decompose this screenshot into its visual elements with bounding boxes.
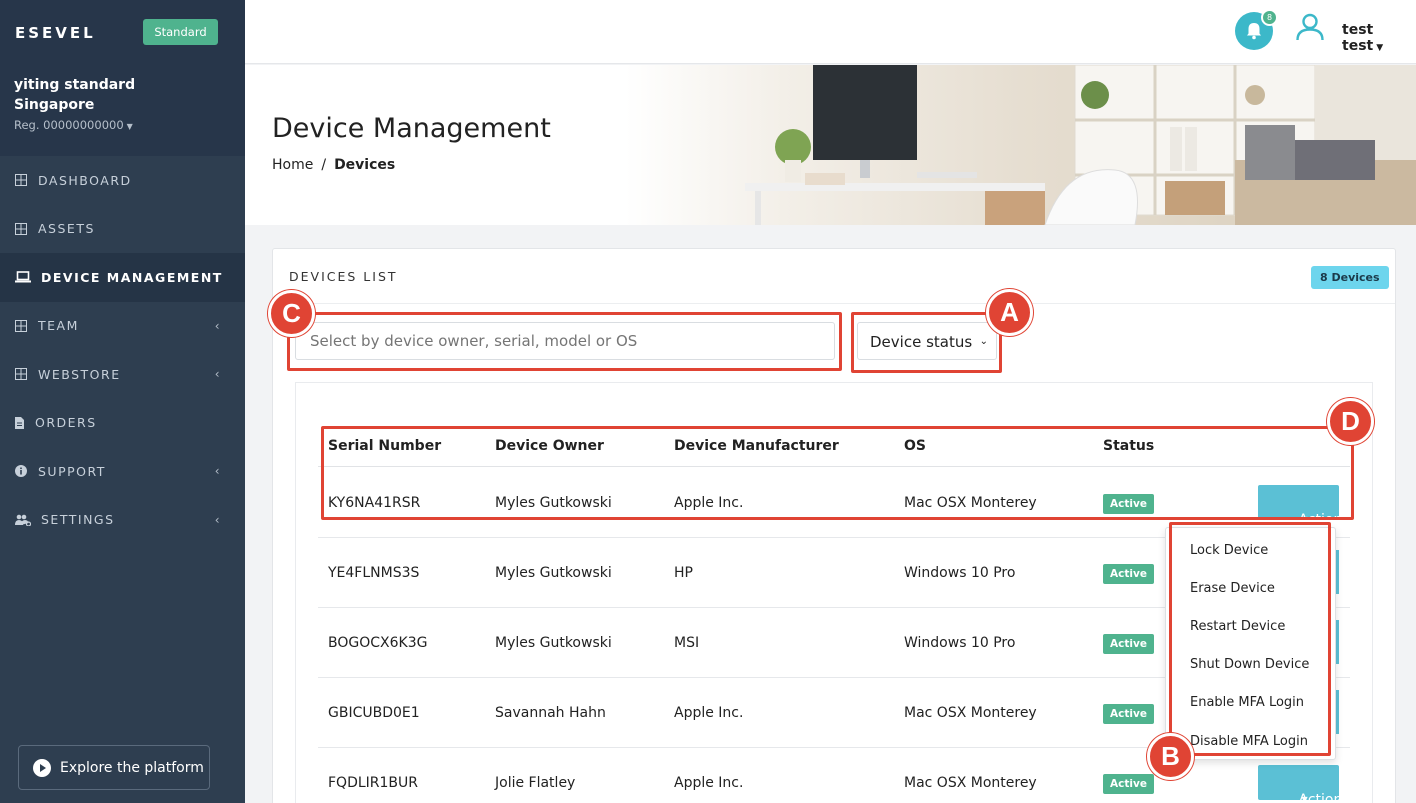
chevron-left-icon: ‹: [214, 464, 221, 478]
caret-down-icon: ▼: [126, 122, 133, 131]
user-menu[interactable]: test test ▼: [1342, 22, 1416, 54]
card-title: DEVICES LIST: [289, 269, 398, 284]
sidebar-item-label: TEAM: [38, 318, 79, 334]
plan-badge: Standard: [143, 19, 218, 45]
company-reg: Reg. 00000000000 ▼: [14, 118, 231, 132]
company-switcher[interactable]: yiting standard Singapore Reg. 000000000…: [0, 64, 245, 156]
user-avatar[interactable]: [1295, 12, 1325, 46]
grid-icon: [14, 222, 28, 236]
breadcrumb-home-link[interactable]: Home: [272, 157, 313, 173]
header-office-image: [625, 65, 1416, 225]
action-button[interactable]: Action ▼: [1258, 765, 1342, 803]
serial-cell: YE4FLNMS3S: [328, 565, 420, 581]
explore-label: Explore the platform: [60, 759, 204, 776]
sidebar-item-label: ORDERS: [35, 415, 97, 431]
breadcrumb: Home / Devices: [272, 157, 395, 173]
sidebar-item-label: DASHBOARD: [38, 172, 132, 188]
status-badge: Active: [1103, 634, 1154, 654]
sidebar-item-label: DEVICE MANAGEMENT: [41, 269, 223, 285]
status-badge: Active: [1103, 564, 1154, 584]
app-logo[interactable]: ESEVEL: [15, 24, 96, 42]
grid-icon: [14, 173, 28, 187]
play-icon: [33, 758, 51, 777]
breadcrumb-current: Devices: [334, 157, 396, 173]
owner-cell: Myles Gutkowski: [495, 635, 612, 651]
sidebar-item-label: SETTINGS: [41, 512, 115, 528]
annotation-marker-b: B: [1147, 733, 1194, 780]
manufacturer-cell: HP: [674, 565, 693, 581]
status-badge: Active: [1103, 704, 1154, 724]
sidebar-item-team[interactable]: TEAM ‹: [0, 302, 245, 351]
annotation-box-d: [321, 426, 1354, 520]
annotation-marker-a: A: [986, 289, 1033, 336]
chevron-left-icon: ‹: [214, 318, 221, 333]
os-cell: Windows 10 Pro: [904, 635, 1016, 651]
card-header: DEVICES LIST 8 Devices: [273, 249, 1395, 304]
chevron-left-icon: ‹: [214, 512, 221, 527]
serial-cell: GBICUBD0E1: [328, 705, 420, 721]
file-icon: [14, 416, 24, 430]
explore-platform-button[interactable]: Explore the platform: [18, 745, 210, 790]
notification-count-badge: 8: [1261, 9, 1278, 26]
company-reg-text: Reg. 00000000000: [14, 118, 124, 132]
top-bar: 8 test test ▼: [245, 0, 1416, 64]
page-header-banner: Device Management Home / Devices: [245, 65, 1416, 225]
sidebar-item-label: ASSETS: [38, 221, 95, 237]
annotation-box-a: [851, 312, 1002, 373]
sidebar-item-support[interactable]: SUPPORT ‹: [0, 447, 245, 496]
caret-down-icon: ▼: [1301, 795, 1308, 803]
manufacturer-cell: MSI: [674, 635, 700, 651]
sidebar-item-label: SUPPORT: [38, 463, 106, 479]
owner-cell: Jolie Flatley: [495, 775, 576, 791]
caret-down-icon: ▼: [1376, 43, 1384, 53]
page-title: Device Management: [272, 113, 551, 144]
annotation-box-b: [1169, 522, 1331, 756]
sidebar-item-device-management[interactable]: DEVICE MANAGEMENT: [0, 253, 245, 302]
os-cell: Windows 10 Pro: [904, 565, 1016, 581]
manufacturer-cell: Apple Inc.: [674, 775, 744, 791]
owner-cell: Myles Gutkowski: [495, 565, 612, 581]
annotation-marker-d: D: [1327, 398, 1374, 445]
annotation-marker-c: C: [268, 290, 315, 337]
annotation-box-c: [287, 312, 842, 371]
sidebar-item-orders[interactable]: ORDERS: [0, 399, 245, 448]
laptop-icon: [14, 270, 31, 284]
sidebar-item-dashboard[interactable]: DASHBOARD: [0, 156, 245, 205]
breadcrumb-separator: /: [321, 157, 327, 173]
grid-icon: [14, 367, 28, 381]
company-name-line2: Singapore: [14, 97, 95, 113]
device-count-badge: 8 Devices: [1311, 266, 1389, 289]
serial-cell: BOGOCX6K3G: [328, 635, 428, 651]
brand-bar: ESEVEL Standard: [0, 0, 245, 64]
grid-icon: [14, 319, 28, 333]
status-badge: Active: [1103, 774, 1154, 794]
sidebar-item-assets[interactable]: ASSETS: [0, 205, 245, 254]
company-name-line1: yiting standard: [14, 77, 136, 93]
chevron-left-icon: ‹: [214, 367, 221, 381]
sidebar-nav: DASHBOARD ASSETS DEVICE MANAGEMENT TEAM …: [0, 156, 245, 544]
owner-cell: Savannah Hahn: [495, 705, 606, 721]
os-cell: Mac OSX Monterey: [904, 705, 1037, 721]
serial-cell: FQDLIR1BUR: [328, 775, 418, 791]
users-cog-icon: [14, 513, 31, 527]
os-cell: Mac OSX Monterey: [904, 775, 1037, 791]
user-icon: [1296, 13, 1324, 41]
sidebar-item-webstore[interactable]: WEBSTORE ‹: [0, 350, 245, 399]
sidebar-item-settings[interactable]: SETTINGS ‹: [0, 496, 245, 545]
manufacturer-cell: Apple Inc.: [674, 705, 744, 721]
user-name-text: test test: [1342, 22, 1374, 54]
sidebar: ESEVEL Standard yiting standard Singapor…: [0, 0, 245, 803]
sidebar-item-label: WEBSTORE: [38, 366, 121, 382]
info-icon: [14, 464, 28, 478]
